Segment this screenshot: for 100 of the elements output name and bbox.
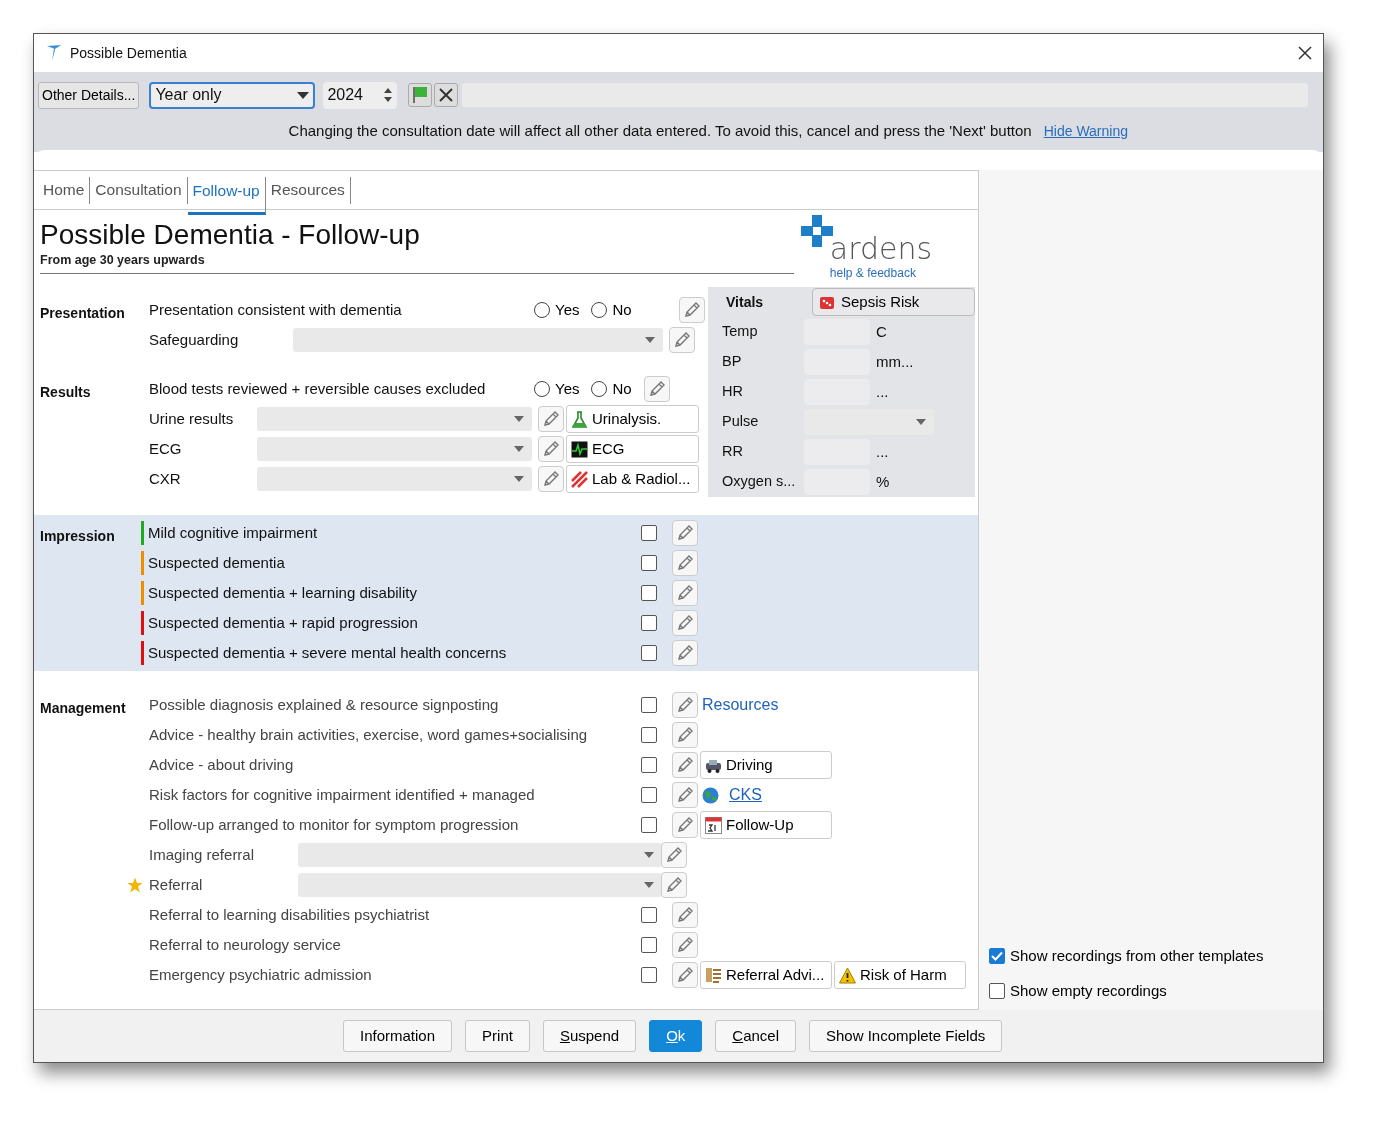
document-list-icon: [706, 967, 722, 983]
dropdown-field[interactable]: [257, 407, 532, 431]
checkbox[interactable]: [641, 757, 657, 773]
pencil-icon: [676, 816, 694, 834]
section-label: Impression: [39, 527, 116, 546]
dialog-button[interactable]: Ok: [649, 1020, 703, 1052]
radio-option[interactable]: No: [591, 377, 632, 401]
action-button[interactable]: Referral Advi...: [700, 961, 832, 989]
edit-button[interactable]: [672, 520, 698, 546]
dialog-button[interactable]: Show Incomplete Fields: [809, 1020, 1003, 1052]
checkbox[interactable]: [641, 525, 657, 541]
pencil-icon: [676, 906, 694, 924]
checkbox[interactable]: [641, 645, 657, 661]
dialog-button[interactable]: Suspend: [542, 1020, 637, 1052]
checkbox[interactable]: [641, 615, 657, 631]
edit-button[interactable]: [538, 466, 564, 492]
edit-button[interactable]: [672, 722, 698, 748]
edit-button[interactable]: [672, 932, 698, 958]
action-button[interactable]: Urinalysis.: [566, 405, 699, 433]
edit-button[interactable]: [679, 297, 705, 323]
help-link[interactable]: help & feedback: [829, 264, 933, 282]
vital-label: BP: [721, 352, 743, 372]
caret-icon: [514, 446, 524, 452]
checkbox[interactable]: [641, 937, 657, 953]
other-details-button[interactable]: Other Details...: [38, 81, 140, 109]
edit-button[interactable]: [661, 842, 687, 868]
edit-button[interactable]: [672, 782, 698, 808]
edit-button[interactable]: [672, 902, 698, 928]
dropdown-field[interactable]: [298, 873, 662, 897]
tab[interactable]: Resources: [265, 176, 351, 204]
radio-option[interactable]: Yes: [534, 377, 580, 401]
radio-option[interactable]: No: [591, 298, 632, 322]
dropdown-field[interactable]: [257, 467, 532, 491]
dropdown-field[interactable]: [257, 437, 532, 461]
dropdown-field[interactable]: [298, 843, 662, 867]
pencil-icon: [676, 786, 694, 804]
radio-option[interactable]: Yes: [534, 298, 580, 322]
action-button[interactable]: Follow-Up: [700, 811, 832, 839]
dropdown-field[interactable]: [293, 328, 663, 352]
checkbox[interactable]: [641, 585, 657, 601]
spinner-arrows-icon: [383, 87, 394, 103]
dialog-button[interactable]: Print: [465, 1020, 530, 1052]
flag-button[interactable]: [408, 83, 433, 107]
cks-link[interactable]: CKS: [725, 783, 766, 807]
row-label: Suspected dementia + severe mental health concerns: [148, 642, 508, 663]
edit-button[interactable]: [672, 812, 698, 838]
tab[interactable]: Home: [38, 176, 91, 204]
checkbox[interactable]: [641, 727, 657, 743]
dialog-button[interactable]: Information: [343, 1020, 453, 1052]
resources-link[interactable]: Resources: [698, 693, 783, 717]
pencil-icon: [676, 966, 694, 984]
vital-label: Oxygen s...: [721, 472, 797, 492]
edit-button[interactable]: [669, 327, 695, 353]
edit-button[interactable]: [672, 640, 698, 666]
edit-button[interactable]: [538, 436, 564, 462]
pencil-icon: [676, 524, 694, 542]
option-checkbox[interactable]: Show empty recordings: [989, 979, 1323, 1002]
pencil-icon: [683, 301, 701, 319]
edit-button[interactable]: [672, 580, 698, 606]
pencil-icon: [542, 440, 560, 458]
dropdown-field[interactable]: [804, 409, 934, 435]
dropdown-value: Year only: [155, 85, 222, 105]
edit-button[interactable]: [643, 376, 670, 402]
globe-icon: [702, 787, 719, 803]
edit-button[interactable]: [672, 692, 698, 718]
checkbox[interactable]: [641, 697, 657, 713]
date-mode-dropdown[interactable]: Year only: [149, 81, 316, 109]
edit-button[interactable]: [672, 962, 698, 988]
row-label: Mild cognitive impairment: [148, 522, 319, 543]
warning-text: Changing the consultation date will affect all other data entered. To avoid this, cancel and press the 'Next' button: [288, 121, 1032, 141]
flag-icon: [412, 86, 429, 104]
action-button[interactable]: Driving: [700, 751, 832, 779]
subtitle: From age 30 years upwards: [40, 251, 206, 269]
row-label: Suspected dementia + learning disability: [148, 582, 418, 603]
action-button[interactable]: Risk of Harm: [834, 961, 966, 989]
hide-warning-link[interactable]: Hide Warning: [1043, 120, 1128, 142]
edit-button[interactable]: [672, 610, 698, 636]
dialog-button[interactable]: Cancel: [715, 1020, 796, 1052]
row-label: CXR: [149, 468, 182, 489]
checkbox[interactable]: [641, 967, 657, 983]
edit-button[interactable]: [672, 550, 698, 576]
tab[interactable]: Consultation: [90, 176, 188, 204]
action-button[interactable]: ECG: [566, 435, 699, 463]
caret-icon: [514, 476, 524, 482]
caret-icon: [644, 882, 654, 888]
row-label: Safeguarding: [149, 329, 240, 350]
edit-button[interactable]: [661, 872, 687, 898]
action-button[interactable]: Lab & Radiol...: [566, 465, 699, 493]
year-spinner[interactable]: 2024: [323, 81, 398, 109]
pencil-icon: [676, 644, 694, 662]
edit-button[interactable]: [672, 752, 698, 778]
checkbox[interactable]: [641, 555, 657, 571]
tab[interactable]: Follow-up: [187, 176, 266, 215]
edit-button[interactable]: [538, 406, 564, 432]
option-checkbox[interactable]: Show recordings from other templates: [989, 945, 1323, 968]
clear-button[interactable]: [434, 83, 459, 107]
checkbox[interactable]: [641, 787, 657, 803]
checkbox[interactable]: [641, 907, 657, 923]
checkbox[interactable]: [641, 817, 657, 833]
sepsis-risk-button[interactable]: Sepsis Risk: [812, 288, 975, 316]
